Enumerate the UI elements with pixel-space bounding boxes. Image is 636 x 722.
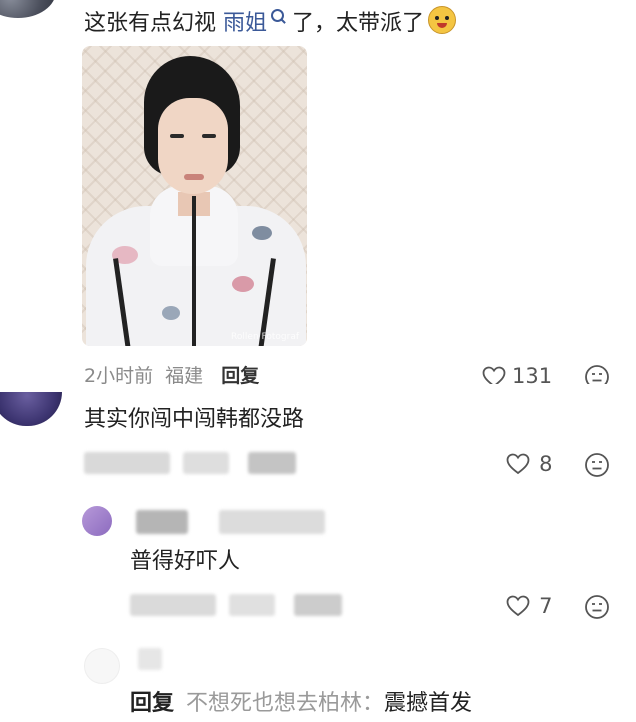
photo-zip (192, 196, 196, 346)
reply-avatar[interactable] (82, 506, 112, 536)
blurred-meta (294, 594, 343, 616)
comment-text-before: 这张有点幻视 (84, 11, 217, 36)
reply-button[interactable]: 回复 (130, 691, 174, 716)
search-icon[interactable] (271, 9, 285, 22)
comment-text: 其实你闯中闯韩都没路 (84, 407, 305, 432)
mention-link[interactable]: 雨姐 (223, 11, 267, 36)
doge-emoji-icon (428, 6, 457, 34)
like-group[interactable]: 8 (506, 452, 552, 476)
reply-avatar[interactable] (84, 648, 120, 684)
reply-meta-blurred (130, 594, 343, 620)
reply-username-blurred (136, 510, 326, 538)
photo-watermark: Rollen Fotograf (231, 332, 299, 342)
commenter-avatar[interactable] (0, 392, 62, 426)
photo-flower (252, 226, 272, 240)
reply-target: 不想死也想去柏林： (186, 691, 385, 716)
comment-text: 这张有点幻视 雨姐 了，太带派了 (84, 2, 457, 40)
photo-flower (162, 306, 180, 320)
blurred-username (136, 510, 188, 534)
blurred-meta (183, 452, 230, 474)
comment-meta: 2小时前 福建 回复 (84, 364, 259, 386)
comment-meta-blurred (84, 452, 297, 478)
heart-outline-icon[interactable] (482, 366, 506, 384)
heart-outline-icon[interactable] (506, 453, 530, 475)
comment-location: 福建 (165, 365, 204, 386)
neutral-face-icon[interactable] (584, 594, 610, 620)
blurred-meta (248, 452, 297, 474)
comment-image[interactable]: Rollen Fotograf (82, 46, 307, 346)
like-group[interactable]: 131 (482, 364, 552, 384)
blurred-meta (130, 594, 216, 616)
neutral-face-icon[interactable] (584, 364, 610, 384)
reply-bar[interactable]: 回复 不想死也想去柏林：震撼首发 (130, 688, 472, 720)
photo-eye (202, 134, 216, 138)
comment-text-after: 了，太带派了 (292, 11, 425, 36)
photo-eye (170, 134, 184, 138)
blurred-meta (229, 594, 276, 616)
commenter-avatar[interactable] (0, 0, 56, 18)
photo-lips (184, 174, 204, 180)
blurred-username (138, 648, 162, 670)
reply-quoted-text: 震撼首发 (384, 691, 473, 716)
like-count: 8 (539, 452, 553, 476)
like-group[interactable]: 7 (506, 594, 552, 618)
heart-outline-icon[interactable] (506, 595, 530, 617)
dislike-group[interactable] (584, 364, 612, 384)
like-count: 7 (539, 594, 553, 618)
blurred-username (219, 510, 326, 534)
comment-time: 2小时前 (84, 365, 154, 386)
blurred-meta (84, 452, 170, 474)
reply-text: 普得好吓人 (130, 549, 241, 574)
like-count: 131 (512, 364, 552, 384)
neutral-face-icon[interactable] (584, 452, 610, 478)
reply-button[interactable]: 回复 (221, 365, 259, 386)
photo-flower (232, 276, 254, 292)
